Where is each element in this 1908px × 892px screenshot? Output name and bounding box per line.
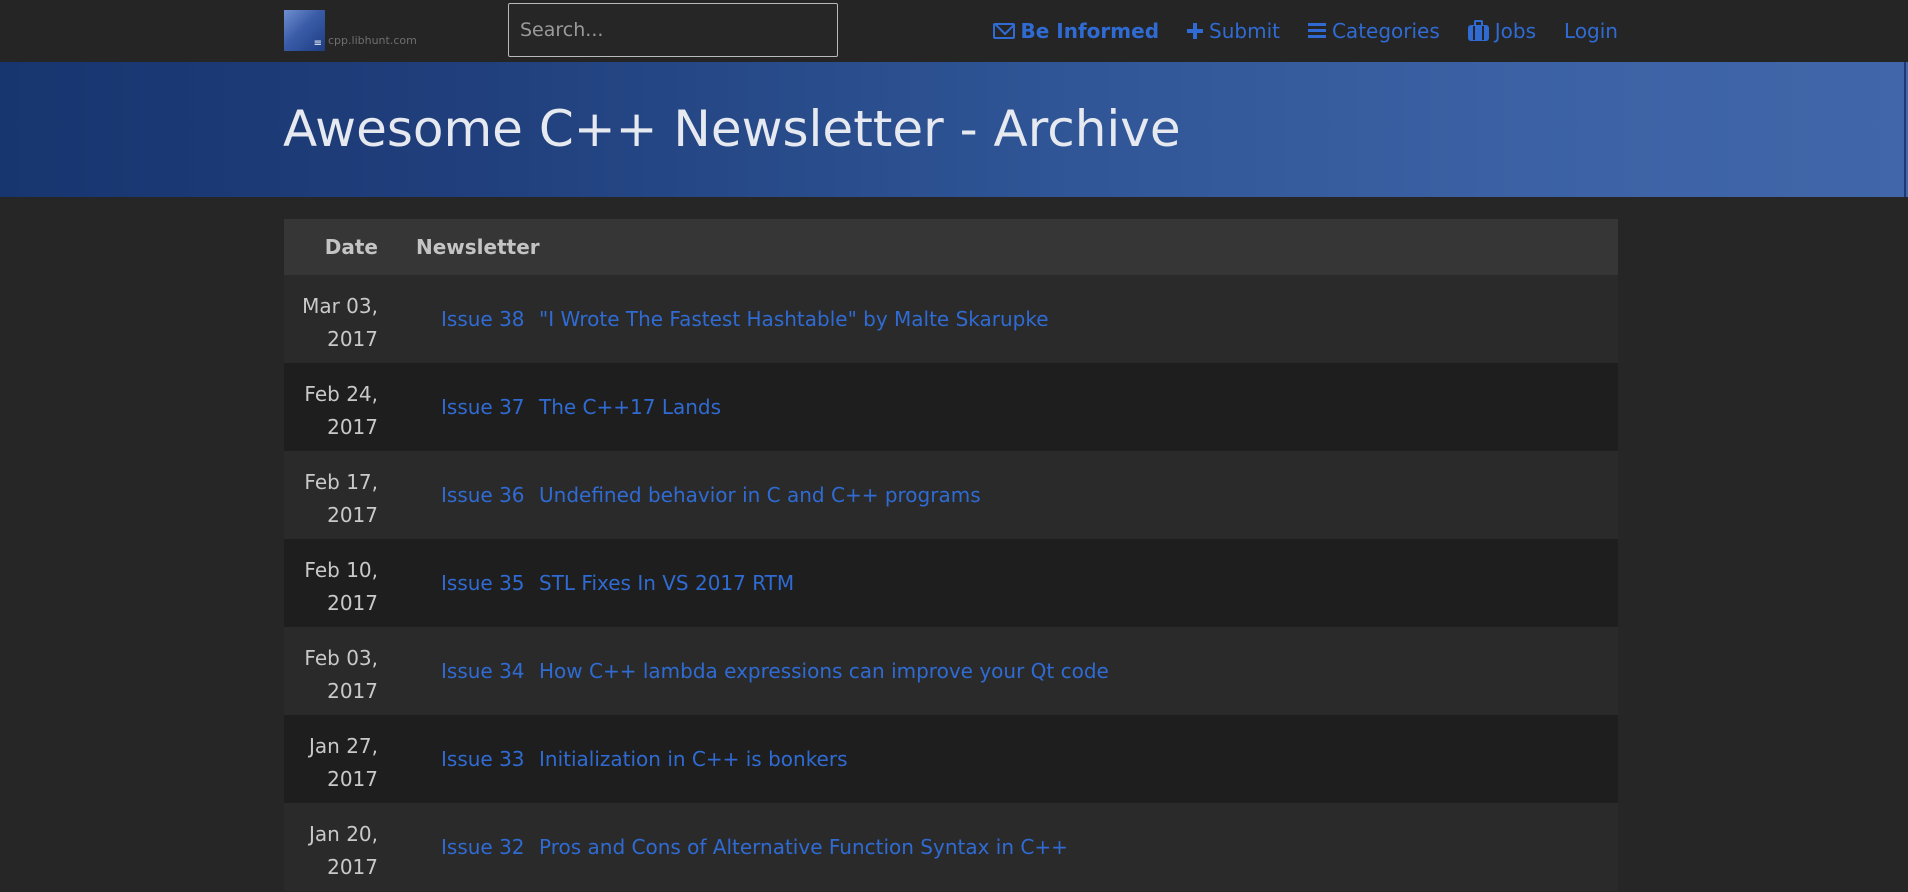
- table-row: Feb 10, 2017 Issue 35 STL Fixes In VS 20…: [284, 539, 1618, 627]
- issue-title-link[interactable]: STL Fixes In VS 2017 RTM: [539, 539, 794, 627]
- issue-number-link[interactable]: Issue 34: [441, 627, 525, 715]
- top-navbar: ≡ cpp.libhunt.com Be Informed Submit Cat…: [0, 0, 1908, 62]
- issue-date-day: Feb 24,: [304, 382, 378, 406]
- menu-glyph-icon: ≡: [313, 38, 322, 49]
- issue-date: Jan 27, 2017: [278, 730, 378, 796]
- issue-date-year: 2017: [327, 327, 378, 351]
- newsletter-archive-table: Date Newsletter Mar 03, 2017 Issue 38 "I…: [284, 219, 1618, 891]
- nav-submit-label: Submit: [1209, 19, 1280, 43]
- nav-login[interactable]: Login: [1564, 19, 1618, 43]
- issue-date-day: Mar 03,: [302, 294, 378, 318]
- plus-icon: [1187, 23, 1204, 39]
- issue-date-year: 2017: [327, 767, 378, 791]
- issue-title-link[interactable]: Initialization in C++ is bonkers: [539, 715, 848, 803]
- issue-date: Jan 20, 2017: [278, 818, 378, 884]
- issue-number-link[interactable]: Issue 36: [441, 451, 525, 539]
- issue-date: Mar 03, 2017: [278, 290, 378, 356]
- site-domain-label[interactable]: cpp.libhunt.com: [328, 34, 417, 47]
- issue-date: Feb 17, 2017: [278, 466, 378, 532]
- page-banner: Awesome C++ Newsletter - Archive: [0, 62, 1908, 197]
- issue-number-link[interactable]: Issue 35: [441, 539, 525, 627]
- issue-date-year: 2017: [327, 679, 378, 703]
- nav-categories[interactable]: Categories: [1307, 19, 1440, 43]
- newsletter-column-header: Newsletter: [416, 235, 540, 259]
- issue-date-year: 2017: [327, 503, 378, 527]
- issue-number-link[interactable]: Issue 37: [441, 363, 525, 451]
- site-logo[interactable]: ≡: [284, 10, 325, 51]
- table-row: Feb 17, 2017 Issue 36 Undefined behavior…: [284, 451, 1618, 539]
- issue-date: Feb 03, 2017: [278, 642, 378, 708]
- issue-date-day: Feb 03,: [304, 646, 378, 670]
- nav-jobs[interactable]: Jobs: [1467, 19, 1537, 43]
- issue-date-day: Feb 17,: [304, 470, 378, 494]
- issue-date-day: Jan 20,: [309, 822, 378, 846]
- issue-date-day: Feb 10,: [304, 558, 378, 582]
- date-column-header: Date: [324, 235, 378, 259]
- issue-date: Feb 24, 2017: [278, 378, 378, 444]
- issue-date: Feb 10, 2017: [278, 554, 378, 620]
- nav-be-informed[interactable]: Be Informed: [992, 19, 1160, 43]
- table-row: Jan 20, 2017 Issue 32 Pros and Cons of A…: [284, 803, 1618, 891]
- table-header: Date Newsletter: [284, 219, 1618, 275]
- issue-date-year: 2017: [327, 855, 378, 879]
- list-icon: [1307, 23, 1326, 39]
- nav-submit[interactable]: Submit: [1187, 19, 1280, 43]
- issue-title-link[interactable]: Undefined behavior in C and C++ programs: [539, 451, 981, 539]
- envelope-icon: [992, 23, 1015, 39]
- table-row: Jan 27, 2017 Issue 33 Initialization in …: [284, 715, 1618, 803]
- table-row: Feb 03, 2017 Issue 34 How C++ lambda exp…: [284, 627, 1618, 715]
- banner-edge: [1904, 62, 1906, 197]
- issue-title-link[interactable]: How C++ lambda expressions can improve y…: [539, 627, 1109, 715]
- issue-title-link[interactable]: "I Wrote The Fastest Hashtable" by Malte…: [539, 275, 1049, 363]
- table-row: Feb 24, 2017 Issue 37 The C++17 Lands: [284, 363, 1618, 451]
- issue-date-year: 2017: [327, 591, 378, 615]
- issue-title-link[interactable]: Pros and Cons of Alternative Function Sy…: [539, 803, 1068, 891]
- search-input[interactable]: [508, 3, 838, 57]
- briefcase-icon: [1467, 20, 1489, 41]
- nav-login-label: Login: [1564, 19, 1618, 43]
- nav-jobs-label: Jobs: [1494, 19, 1537, 43]
- issue-title-link[interactable]: The C++17 Lands: [539, 363, 721, 451]
- issue-number-link[interactable]: Issue 38: [441, 275, 525, 363]
- main-nav: Be Informed Submit Categories Jobs Login: [992, 0, 1618, 62]
- nav-be-informed-label: Be Informed: [1020, 19, 1160, 43]
- issue-number-link[interactable]: Issue 32: [441, 803, 525, 891]
- page-title: Awesome C++ Newsletter - Archive: [283, 100, 1181, 158]
- issue-number-link[interactable]: Issue 33: [441, 715, 525, 803]
- nav-categories-label: Categories: [1331, 19, 1440, 43]
- table-row: Mar 03, 2017 Issue 38 "I Wrote The Faste…: [284, 275, 1618, 363]
- issue-date-year: 2017: [327, 415, 378, 439]
- issue-date-day: Jan 27,: [309, 734, 378, 758]
